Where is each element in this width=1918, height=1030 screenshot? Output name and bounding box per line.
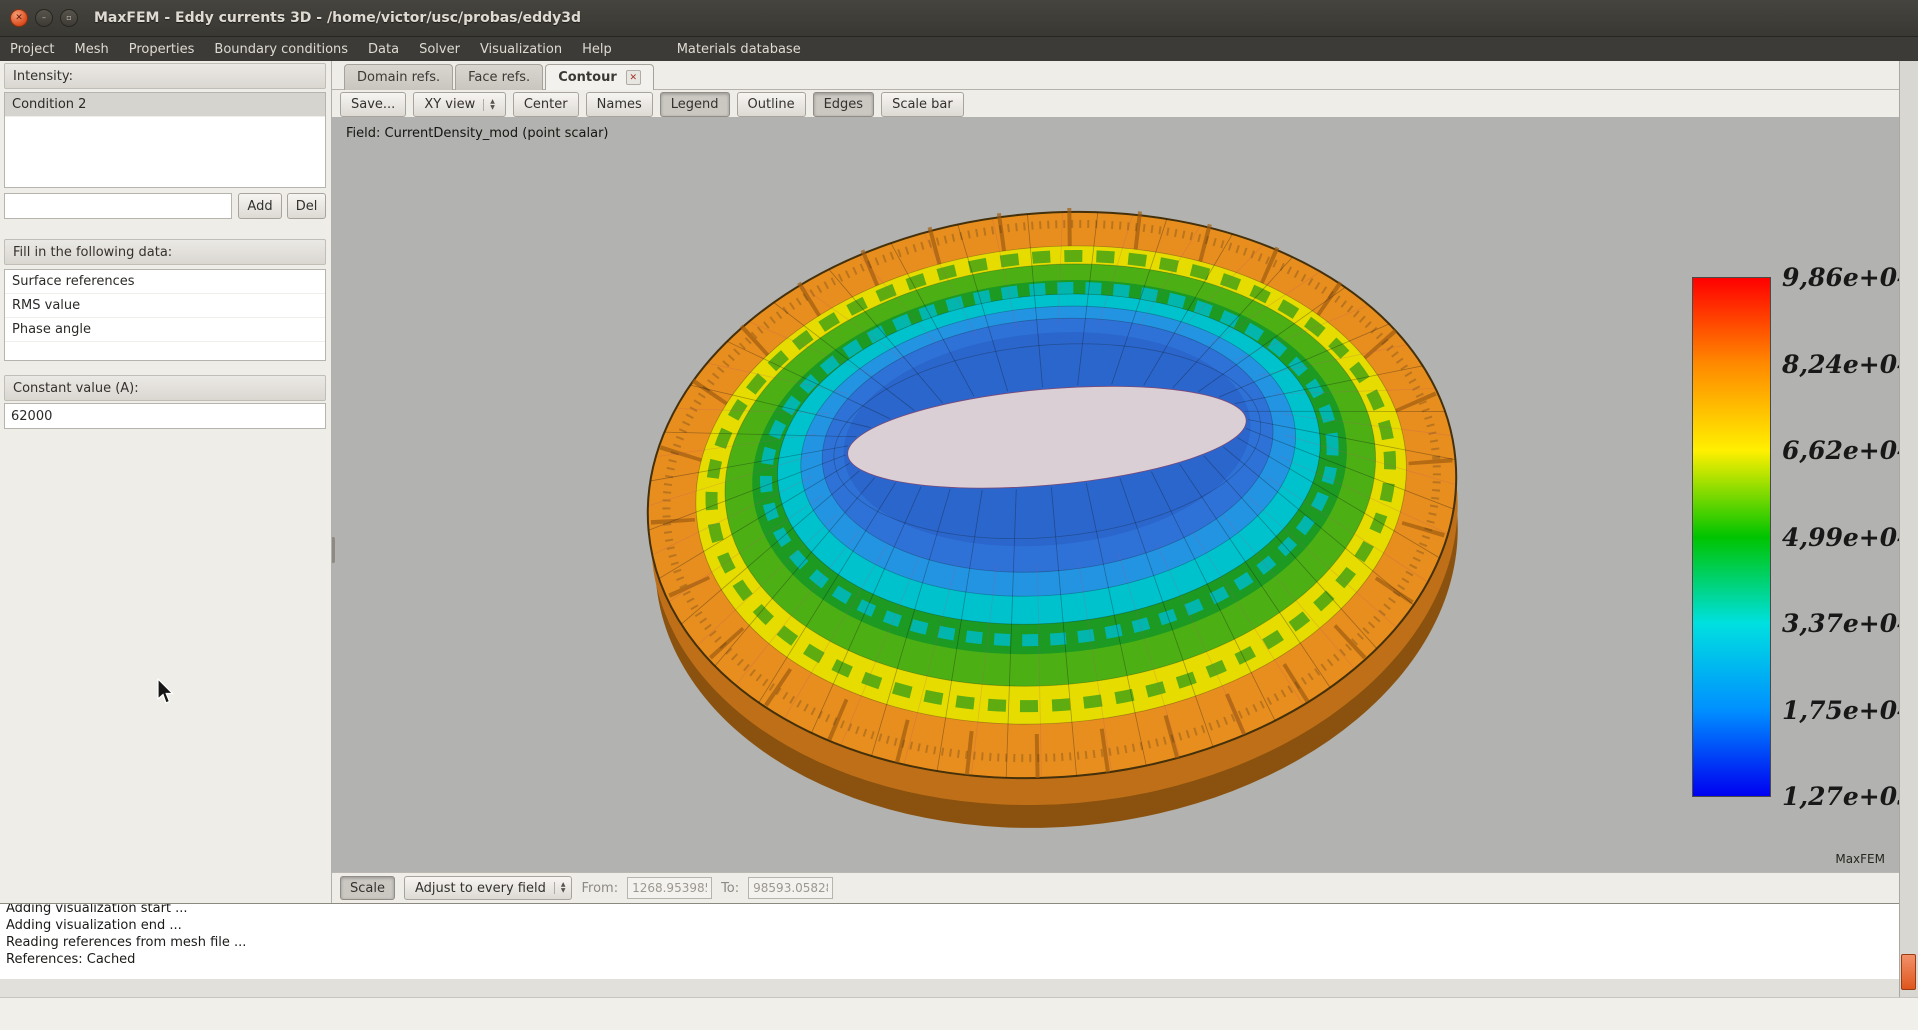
tab-contour[interactable]: Contour ✕: [545, 64, 654, 90]
outline-toggle-button[interactable]: Outline: [736, 92, 806, 117]
save-button[interactable]: Save...: [340, 92, 407, 117]
menu-item-project[interactable]: Project: [0, 37, 64, 61]
list-item-surface-references[interactable]: Surface references: [5, 270, 325, 294]
from-label: From:: [581, 880, 619, 896]
window-buttons: ✕ – ▫: [10, 9, 78, 27]
main-area: Domain refs. Face refs. Contour ✕ Save..…: [332, 61, 1899, 903]
window-maximize-icon[interactable]: ▫: [60, 9, 78, 27]
vertical-scrollbar-track[interactable]: [1899, 61, 1918, 997]
maxfem-watermark: MaxFEM: [1835, 852, 1885, 866]
scale-mode-select[interactable]: Adjust to every field ▲ ▼: [403, 876, 573, 900]
scale-button[interactable]: Scale: [340, 876, 395, 900]
sidebar: Intensity: Condition 2 Add Del Fill in t…: [0, 61, 332, 903]
log-console: Adding visualization start ... Adding vi…: [0, 903, 1899, 979]
menubar: Project Mesh Properties Boundary conditi…: [0, 37, 1918, 61]
to-input[interactable]: [748, 877, 834, 899]
menu-item-mesh[interactable]: Mesh: [64, 37, 118, 61]
viewport-toolbar: Save... XY view ▲ ▼ Center Names Legend O…: [340, 92, 964, 117]
tab-domain-refs[interactable]: Domain refs.: [344, 64, 454, 90]
list-item-condition-2[interactable]: Condition 2: [5, 93, 325, 117]
mouse-cursor-icon: [157, 678, 174, 704]
colorbar-label: 1,27e+03: [1782, 782, 1899, 811]
intensity-input[interactable]: [4, 193, 232, 219]
edges-toggle-button[interactable]: Edges: [812, 92, 875, 117]
tab-strip: Domain refs. Face refs. Contour ✕: [344, 64, 654, 90]
window-title: MaxFEM - Eddy currents 3D - /home/victor…: [94, 10, 582, 26]
log-line: Adding visualization start ...: [6, 903, 188, 916]
window-minimize-icon[interactable]: –: [35, 9, 53, 27]
intensity-header: Intensity:: [4, 63, 326, 89]
menu-item-materials-database[interactable]: Materials database: [667, 37, 811, 61]
titlebar[interactable]: ✕ – ▫ MaxFEM - Eddy currents 3D - /home/…: [0, 0, 1918, 37]
tab-face-refs[interactable]: Face refs.: [455, 64, 544, 90]
view-select-button[interactable]: XY view ▲ ▼: [413, 92, 506, 117]
from-input[interactable]: [627, 877, 713, 899]
menu-item-data[interactable]: Data: [358, 37, 409, 61]
intensity-list: Condition 2: [4, 92, 326, 188]
list-item-rms-value[interactable]: RMS value: [5, 294, 325, 318]
colorbar-labels: 9,86e+04 8,24e+04 6,62e+04 4,99e+04 3,37…: [1782, 264, 1899, 810]
colorbar-label: 8,24e+04: [1782, 349, 1899, 379]
constant-value-header: Constant value (A):: [4, 375, 326, 401]
colorbar: [1692, 277, 1771, 797]
names-button[interactable]: Names: [585, 92, 653, 117]
3d-model-canvas[interactable]: [332, 117, 1899, 872]
spinner-arrows-icon: ▲ ▼: [553, 882, 565, 894]
menu-item-properties[interactable]: Properties: [119, 37, 205, 61]
fill-data-list: Surface references RMS value Phase angle: [4, 269, 326, 361]
constant-value-input[interactable]: [4, 403, 326, 429]
colorbar-label: 6,62e+04: [1782, 436, 1899, 465]
log-line: References: Cached: [6, 952, 136, 967]
menu-item-help[interactable]: Help: [572, 37, 622, 61]
status-footer: [0, 997, 1918, 1030]
list-item-phase-angle[interactable]: Phase angle: [5, 318, 325, 342]
scale-controls-bar: Scale Adjust to every field ▲▼ From: To:: [332, 872, 1899, 903]
del-button[interactable]: Del: [287, 193, 326, 219]
colorbar-label: 1,75e+04: [1782, 695, 1899, 725]
legend-toggle-button[interactable]: Legend: [659, 92, 730, 117]
render-viewport[interactable]: Field: CurrentDensity_mod (point scalar)…: [332, 117, 1899, 872]
fill-data-header: Fill in the following data:: [4, 239, 326, 265]
window-close-icon[interactable]: ✕: [10, 9, 28, 27]
log-line: Adding visualization end ...: [6, 918, 182, 933]
center-button[interactable]: Center: [512, 92, 579, 117]
colorbar-label: 4,99e+04: [1782, 522, 1899, 552]
add-button[interactable]: Add: [238, 193, 282, 219]
scale-bar-toggle-button[interactable]: Scale bar: [881, 92, 964, 117]
log-line: Reading references from mesh file ...: [6, 935, 247, 950]
tab-close-icon[interactable]: ✕: [625, 70, 641, 85]
horizontal-scrollbar-track[interactable]: [0, 979, 1899, 997]
to-label: To:: [721, 880, 740, 896]
colorbar-label: 3,37e+04: [1782, 609, 1899, 638]
colorbar-label: 9,86e+04: [1782, 263, 1899, 292]
vertical-scrollbar-thumb[interactable]: [1901, 954, 1916, 990]
field-label: Field: CurrentDensity_mod (point scalar): [346, 126, 609, 141]
menu-item-visualization[interactable]: Visualization: [470, 37, 572, 61]
menu-item-boundary-conditions[interactable]: Boundary conditions: [204, 37, 358, 61]
menu-item-solver[interactable]: Solver: [409, 37, 470, 61]
spinner-arrows-icon: ▲ ▼: [483, 98, 495, 111]
